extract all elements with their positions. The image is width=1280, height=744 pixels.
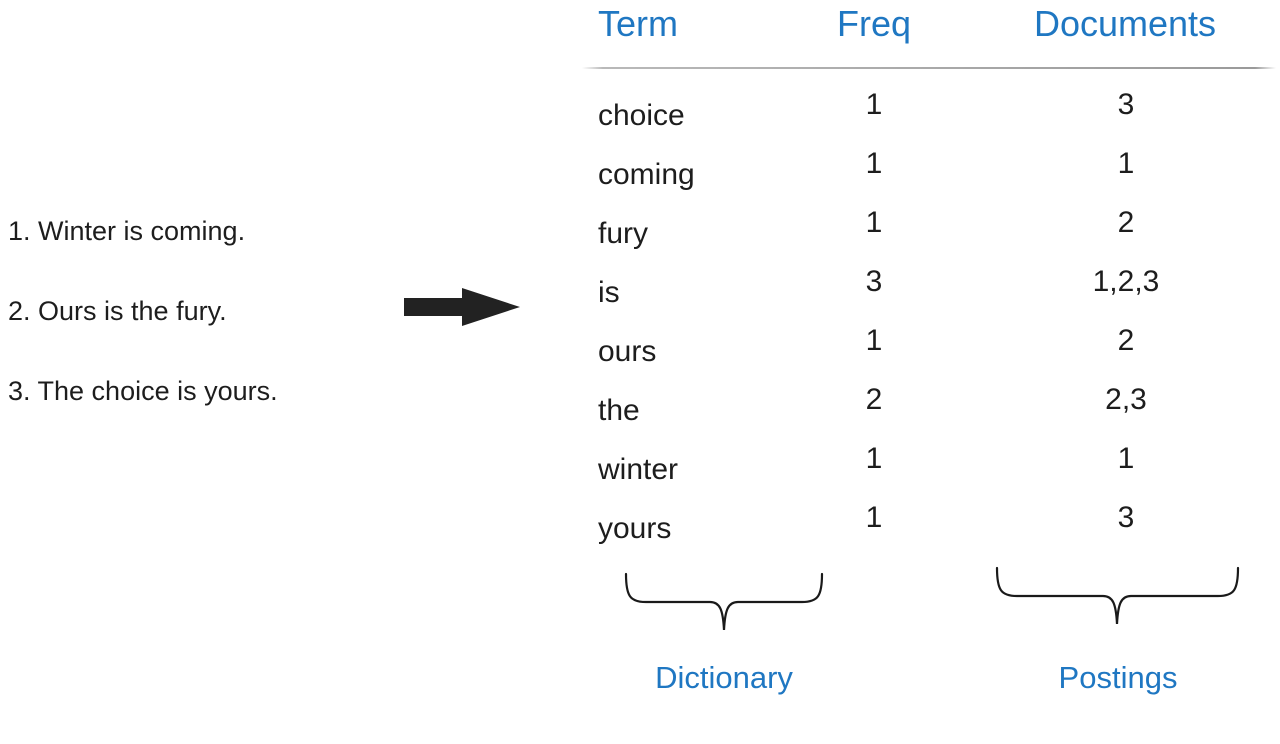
inverted-index-table: Term Freq Documents choice 1 3 coming 1 … [582,3,1276,544]
cell-documents: 2 [1117,324,1135,357]
cell-term: choice [598,99,685,132]
right-arrow-icon [404,288,520,326]
postings-brace-icon [995,566,1240,628]
list-item: 3. The choice is yours. [8,376,278,406]
table-row: winter 1 1 [582,438,1276,497]
list-item: 2. Ours is the fury. [8,296,227,326]
dictionary-label: Dictionary [655,660,793,695]
cell-documents: 2,3 [1105,383,1147,416]
cell-freq: 1 [865,501,883,534]
table-row: choice 1 3 [582,84,1276,143]
cell-documents: 1 [1117,147,1135,180]
dictionary-brace-icon [624,572,824,634]
cell-freq: 1 [865,88,883,121]
cell-term: fury [598,217,649,250]
cell-freq: 1 [865,324,883,357]
table-row: coming 1 1 [582,143,1276,202]
table-row: yours 1 3 [582,497,1276,556]
cell-documents: 1,2,3 [1092,265,1160,298]
cell-documents: 2 [1117,206,1135,239]
cell-freq: 1 [865,147,883,180]
table-row: the 2 2,3 [582,379,1276,438]
table-row: fury 1 2 [582,202,1276,261]
cell-term: yours [598,512,672,545]
cell-freq: 3 [865,265,883,298]
cell-freq: 1 [865,442,883,475]
column-header-term: Term [598,3,678,44]
table-row: ours 1 2 [582,320,1276,379]
cell-term: the [598,394,640,427]
list-item: 1. Winter is coming. [8,216,246,246]
cell-term: coming [598,158,695,191]
table-row: is 3 1,2,3 [582,261,1276,320]
table-header-row: Term Freq Documents [582,3,1276,69]
source-documents-list: 1. Winter is coming. 2. Ours is the fury… [8,218,408,405]
header-divider [582,67,1276,69]
cell-term: winter [598,453,679,486]
cell-freq: 1 [865,206,883,239]
cell-freq: 2 [865,383,883,416]
table-body: choice 1 3 coming 1 1 fury 1 2 is 3 1,2,… [582,84,1276,556]
column-header-documents: Documents [1033,3,1217,44]
cell-documents: 1 [1117,442,1135,475]
cell-term: ours [598,335,657,368]
cell-documents: 3 [1117,88,1135,121]
column-header-freq: Freq [836,3,912,44]
postings-label: Postings [1058,660,1178,695]
cell-documents: 3 [1117,501,1135,534]
cell-term: is [598,276,620,309]
